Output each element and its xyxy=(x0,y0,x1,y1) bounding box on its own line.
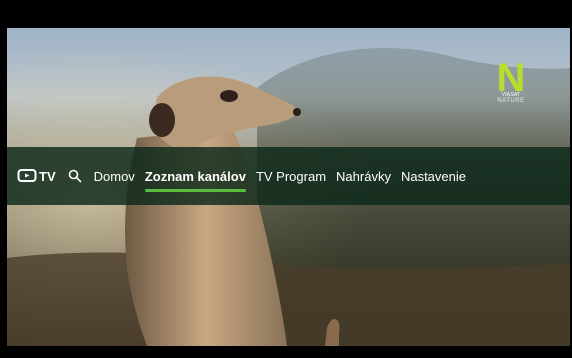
tv-screen: N VIASAT NATURE TV Domov Zoznam kanálov xyxy=(0,0,572,358)
nav-item-zoznam-kanalov[interactable]: Zoznam kanálov xyxy=(144,169,247,192)
top-navigation-bar: TV Domov Zoznam kanálov TV Program Nahrá… xyxy=(7,147,570,205)
nav-item-domov[interactable]: Domov xyxy=(94,169,135,184)
app-logo[interactable]: TV xyxy=(17,168,56,184)
search-button[interactable] xyxy=(68,169,82,183)
channel-logo-letter: N xyxy=(496,56,526,100)
nav-item-nastavenie[interactable]: Nastavenie xyxy=(401,169,466,184)
channel-logo: N VIASAT NATURE xyxy=(494,56,528,104)
nav-item-tv-program[interactable]: TV Program xyxy=(256,169,326,184)
search-icon xyxy=(68,169,81,183)
channel-logo-subtitle: NATURE xyxy=(497,98,525,104)
app-logo-text: TV xyxy=(39,168,56,184)
nav-item-nahravky[interactable]: Nahrávky xyxy=(336,169,391,184)
tv-icon xyxy=(17,169,37,182)
